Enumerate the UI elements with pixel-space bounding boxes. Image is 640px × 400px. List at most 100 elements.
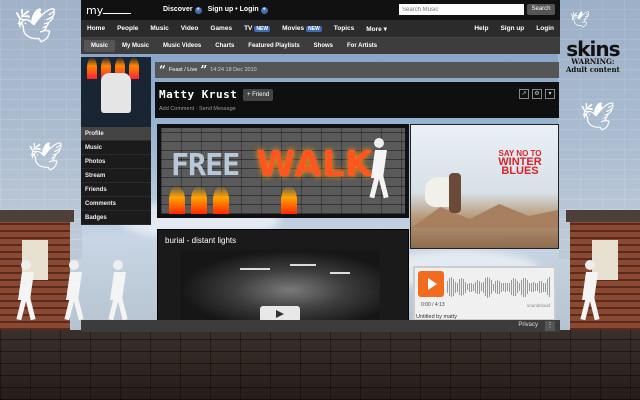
waveform-bar bbox=[519, 283, 520, 291]
profile-picture[interactable] bbox=[81, 57, 151, 127]
profile-sidebar: Profile Music Photos Stream Friends Comm… bbox=[81, 127, 151, 225]
sidebar-item-photos[interactable]: Photos bbox=[81, 155, 151, 169]
waveform-bar bbox=[475, 281, 476, 293]
play-button[interactable] bbox=[418, 271, 444, 297]
flame bbox=[169, 186, 185, 214]
free-walk-banner[interactable]: FREE WALK bbox=[157, 124, 409, 218]
waveform-bar bbox=[511, 279, 512, 295]
flame bbox=[213, 186, 229, 214]
subnav-charts[interactable]: Charts bbox=[208, 43, 241, 49]
sidebar-item-friends[interactable]: Friends bbox=[81, 183, 151, 197]
walker-figure bbox=[108, 260, 128, 321]
waveform-bar bbox=[447, 281, 448, 293]
share-icon[interactable]: ↗ bbox=[519, 89, 529, 99]
discover-link[interactable]: Discover + bbox=[163, 6, 202, 14]
nav-people[interactable]: People bbox=[111, 25, 144, 32]
nav-games[interactable]: Games bbox=[204, 25, 238, 32]
waveform-bar bbox=[483, 281, 484, 293]
subnav-featured-playlists[interactable]: Featured Playlists bbox=[241, 43, 306, 49]
nav-movies[interactable]: Movies NEW bbox=[276, 25, 328, 32]
waveform-bar bbox=[531, 282, 532, 292]
new-badge: NEW bbox=[254, 26, 271, 32]
waveform-bar bbox=[501, 282, 502, 292]
banner-free-text: FREE bbox=[171, 148, 240, 183]
sidebar-item-badges[interactable]: Badges bbox=[81, 211, 151, 225]
video-title[interactable]: burial - distant lights bbox=[165, 236, 236, 245]
nav-more[interactable]: More ▾ bbox=[360, 25, 393, 33]
status-bar: “ Feast / Live ” 14:24 18 Dec 2010 bbox=[155, 62, 559, 78]
walker-figure bbox=[369, 138, 395, 208]
waveform-bar bbox=[523, 277, 524, 297]
profile-header: Matty Krust + Friend Add Comment · Send … bbox=[155, 82, 559, 118]
waveform-bar bbox=[493, 283, 494, 291]
sidebar-item-music[interactable]: Music bbox=[81, 141, 151, 155]
raised-fist-icon bbox=[101, 73, 131, 113]
walker-figure bbox=[580, 260, 600, 321]
plus-icon: + bbox=[260, 7, 268, 14]
search-button[interactable]: Search bbox=[527, 4, 555, 15]
subnav-shows[interactable]: Shows bbox=[307, 43, 340, 49]
subnav-for-artists[interactable]: For Artists bbox=[340, 43, 384, 49]
waveform-bar bbox=[499, 280, 500, 294]
waveform-bar bbox=[517, 281, 518, 293]
audio-player: 0:00 / 4:13 soundcloud Untitled by matty bbox=[413, 266, 556, 321]
waveform-bar bbox=[481, 283, 482, 291]
waveform-bar bbox=[463, 279, 464, 295]
privacy-link[interactable]: Privacy bbox=[518, 322, 538, 328]
nav-video[interactable]: Video bbox=[175, 25, 205, 32]
more-options-icon[interactable]: ⋮ bbox=[545, 321, 555, 331]
advertisement[interactable]: SAY NO TO WINTER BLUES bbox=[410, 124, 559, 249]
banner-walk-text: WALK bbox=[256, 144, 373, 185]
waveform-bar bbox=[461, 278, 462, 296]
search-input[interactable] bbox=[399, 4, 524, 15]
nav-music[interactable]: Music bbox=[144, 25, 174, 32]
flame bbox=[129, 57, 139, 79]
waveform-bar bbox=[543, 282, 544, 292]
nav-home[interactable]: Home bbox=[81, 25, 111, 32]
seagull-icon: 🕊 bbox=[580, 101, 616, 132]
settings-icon[interactable]: ⚙ bbox=[532, 89, 542, 99]
sidebar-item-comments[interactable]: Comments bbox=[81, 197, 151, 211]
nav-signup[interactable]: Sign up bbox=[494, 25, 530, 32]
waveform-bar bbox=[533, 282, 534, 292]
new-badge: NEW bbox=[306, 26, 322, 32]
subnav-my-music[interactable]: My Music bbox=[115, 43, 156, 49]
nav-topics[interactable]: Topics bbox=[328, 25, 360, 32]
waveform-bar bbox=[451, 277, 452, 297]
status-text: Feast / Live bbox=[168, 67, 198, 73]
waveform-bar bbox=[521, 279, 522, 295]
soundcloud-logo[interactable]: soundcloud bbox=[527, 303, 550, 308]
flame bbox=[87, 57, 97, 79]
nav-help[interactable]: Help bbox=[468, 25, 494, 32]
add-friend-button[interactable]: + Friend bbox=[243, 89, 274, 101]
woman-figure bbox=[449, 173, 461, 213]
sidebar-item-profile[interactable]: Profile bbox=[81, 127, 151, 141]
flame bbox=[191, 186, 207, 214]
signup-login-link[interactable]: Sign up • Login + bbox=[208, 6, 268, 14]
profile-name: Matty Krust bbox=[159, 88, 238, 101]
waveform-bar bbox=[465, 281, 466, 293]
waveform-bar bbox=[503, 283, 504, 291]
waveform-bar bbox=[471, 282, 472, 292]
walker-figure bbox=[64, 260, 84, 321]
subnav-music[interactable]: Music bbox=[84, 40, 116, 52]
open-quote-icon: “ bbox=[159, 63, 166, 77]
waveform-bar bbox=[515, 278, 516, 296]
subnav-music-videos[interactable]: Music Videos bbox=[156, 43, 208, 49]
dropdown-icon[interactable]: ▾ bbox=[545, 89, 555, 99]
status-timestamp: 14:24 18 Dec 2010 bbox=[210, 67, 257, 73]
waveform[interactable] bbox=[447, 276, 553, 298]
waveform-bar bbox=[477, 280, 478, 294]
nav-login[interactable]: Login bbox=[530, 25, 560, 32]
sidebar-item-stream[interactable]: Stream bbox=[81, 169, 151, 183]
profile-actions[interactable]: Add Comment · Send Message bbox=[159, 106, 236, 112]
waveform-bar bbox=[469, 282, 470, 292]
myspace-logo[interactable]: my bbox=[81, 4, 163, 17]
video-play-button[interactable] bbox=[260, 306, 300, 320]
brick-ground bbox=[0, 330, 640, 400]
waveform-bar bbox=[529, 283, 530, 291]
player-time: 0:00 / 4:13 bbox=[421, 302, 445, 308]
waveform-bar bbox=[467, 284, 468, 290]
nav-tv[interactable]: TV NEW bbox=[238, 25, 276, 32]
waveform-bar bbox=[505, 282, 506, 292]
